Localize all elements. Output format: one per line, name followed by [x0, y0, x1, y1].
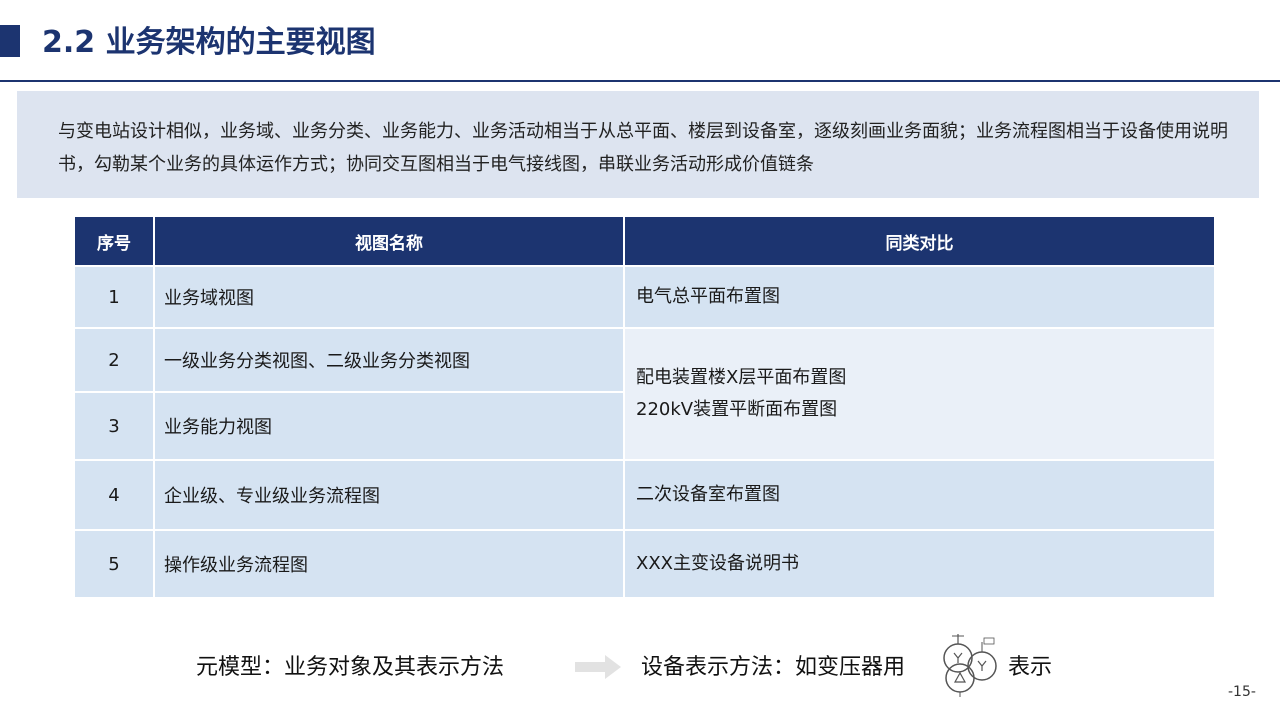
row-index: 3	[73, 391, 155, 461]
title-accent-bar	[0, 25, 20, 57]
row-comparison-merged: 配电装置楼X层平面布置图 220kV装置平断面布置图	[623, 327, 1216, 461]
row-view-name: 企业级、专业级业务流程图	[153, 459, 625, 531]
page-title: 2.2 业务架构的主要视图	[42, 25, 376, 60]
table-row: 2 一级业务分类视图、二级业务分类视图 配电装置楼X层平面布置图 220kV装置…	[73, 327, 1216, 461]
table-row: 1 业务域视图 电气总平面布置图	[73, 265, 1216, 329]
header-comparison: 同类对比	[623, 215, 1216, 267]
page-number: -15-	[1228, 684, 1256, 700]
summary-box: 与变电站设计相似，业务域、业务分类、业务能力、业务活动相当于从总平面、楼层到设备…	[17, 91, 1259, 198]
row-view-name: 一级业务分类视图、二级业务分类视图	[153, 327, 625, 393]
summary-text: 与变电站设计相似，业务域、业务分类、业务能力、业务活动相当于从总平面、楼层到设备…	[58, 121, 1228, 175]
table-row: 5 操作级业务流程图 XXX主变设备说明书	[73, 529, 1216, 599]
row-index: 4	[73, 459, 155, 531]
footer-meta-model-text: 元模型：业务对象及其表示方法	[196, 655, 505, 680]
transformer-symbol-icon	[943, 634, 997, 697]
arrow-right-icon	[575, 655, 621, 679]
row-view-name: 操作级业务流程图	[153, 529, 625, 599]
row-index: 5	[73, 529, 155, 599]
row-index: 2	[73, 327, 155, 393]
comparison-line: 220kV装置平断面布置图	[636, 399, 838, 420]
row-comparison: 二次设备室布置图	[623, 459, 1216, 531]
table-row: 4 企业级、专业级业务流程图 二次设备室布置图	[73, 459, 1216, 531]
comparison-line: 配电装置楼X层平面布置图	[636, 367, 847, 388]
title-divider	[0, 80, 1280, 82]
row-comparison: XXX主变设备说明书	[623, 529, 1216, 599]
row-view-name: 业务能力视图	[153, 391, 625, 461]
header-index: 序号	[73, 215, 155, 267]
row-comparison: 电气总平面布置图	[623, 265, 1216, 329]
row-view-name: 业务域视图	[153, 265, 625, 329]
footer-device-text: 设备表示方法：如变压器用	[641, 655, 906, 680]
row-index: 1	[73, 265, 155, 329]
header-view-name: 视图名称	[153, 215, 625, 267]
view-table: 序号 视图名称 同类对比 1 业务域视图 电气总平面布置图 2 一级业务分类视图…	[73, 215, 1216, 599]
footer-suffix-text: 表示	[1008, 655, 1053, 680]
table-header-row: 序号 视图名称 同类对比	[73, 215, 1216, 267]
